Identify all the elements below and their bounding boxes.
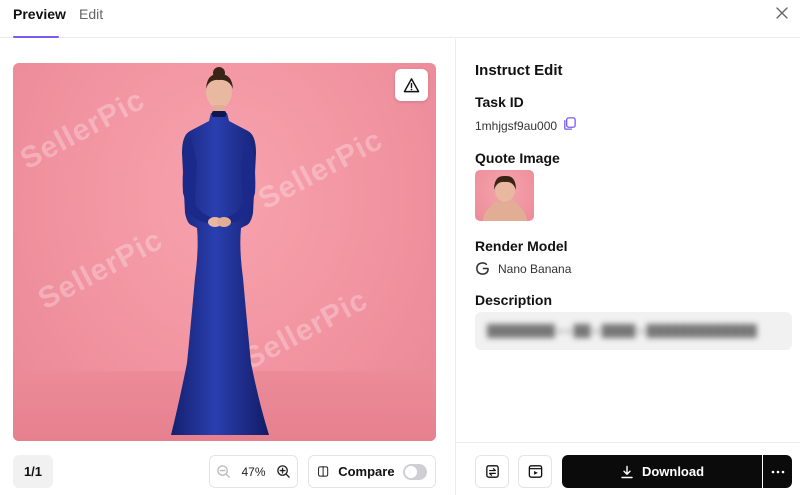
download-label: Download: [641, 464, 705, 479]
download-button[interactable]: Download: [562, 455, 762, 488]
compare-toggle[interactable]: [402, 463, 427, 480]
zoom-in-icon[interactable]: [276, 464, 291, 479]
compare-icon: [318, 466, 329, 477]
tab-bar: Preview Edit: [0, 0, 800, 38]
watermark: SellerPic: [32, 223, 169, 316]
quote-image-label: Quote Image: [475, 150, 560, 166]
copy-icon[interactable]: [562, 116, 577, 131]
description-label: Description: [475, 292, 553, 308]
warning-icon: [403, 77, 420, 92]
replace-image-button[interactable]: [475, 455, 509, 488]
video-icon: [528, 465, 542, 478]
task-id-label: Task ID: [475, 94, 524, 110]
google-icon: [476, 262, 489, 275]
compare-label: Compare: [338, 464, 395, 479]
preview-panel: SellerPic SellerPic SellerPic SellerPic: [0, 39, 455, 495]
tab-edit[interactable]: Edit: [79, 6, 103, 22]
zoom-level: 47%: [241, 464, 266, 479]
zoom-out-icon[interactable]: [216, 464, 231, 479]
description-box: ████████ ▪ ▪ ██ ▪ ████ ▪ █████████████: [475, 312, 792, 350]
download-icon: [621, 465, 633, 478]
swap-image-icon: [485, 465, 499, 478]
render-model: Nano Banana: [475, 261, 571, 276]
model-in-dress: [171, 67, 269, 435]
more-options-button[interactable]: [763, 455, 792, 488]
page-indicator: 1/1: [13, 455, 53, 488]
close-icon[interactable]: [774, 5, 790, 21]
description-text: ████████ ▪ ▪ ██ ▪ ████ ▪ █████████████: [487, 324, 757, 338]
panel-title: Instruct Edit: [475, 62, 563, 79]
zoom-control: 47%: [209, 455, 298, 488]
tab-preview[interactable]: Preview: [13, 6, 66, 22]
render-model-label: Render Model: [475, 238, 568, 254]
active-tab-indicator: [13, 36, 59, 38]
video-button[interactable]: [518, 455, 552, 488]
report-button[interactable]: [395, 69, 428, 101]
preview-image: SellerPic SellerPic SellerPic SellerPic: [13, 63, 436, 441]
more-icon: [771, 470, 784, 473]
compare-control[interactable]: Compare: [308, 455, 436, 488]
render-model-name: Nano Banana: [498, 261, 572, 276]
footer-divider: [456, 442, 800, 443]
quote-image-thumbnail[interactable]: [475, 170, 534, 221]
task-id-value: 1mhjgsf9au000: [475, 119, 558, 133]
watermark: SellerPic: [14, 83, 151, 176]
details-panel: Instruct Edit Task ID 1mhjgsf9au000 Quot…: [456, 39, 800, 495]
